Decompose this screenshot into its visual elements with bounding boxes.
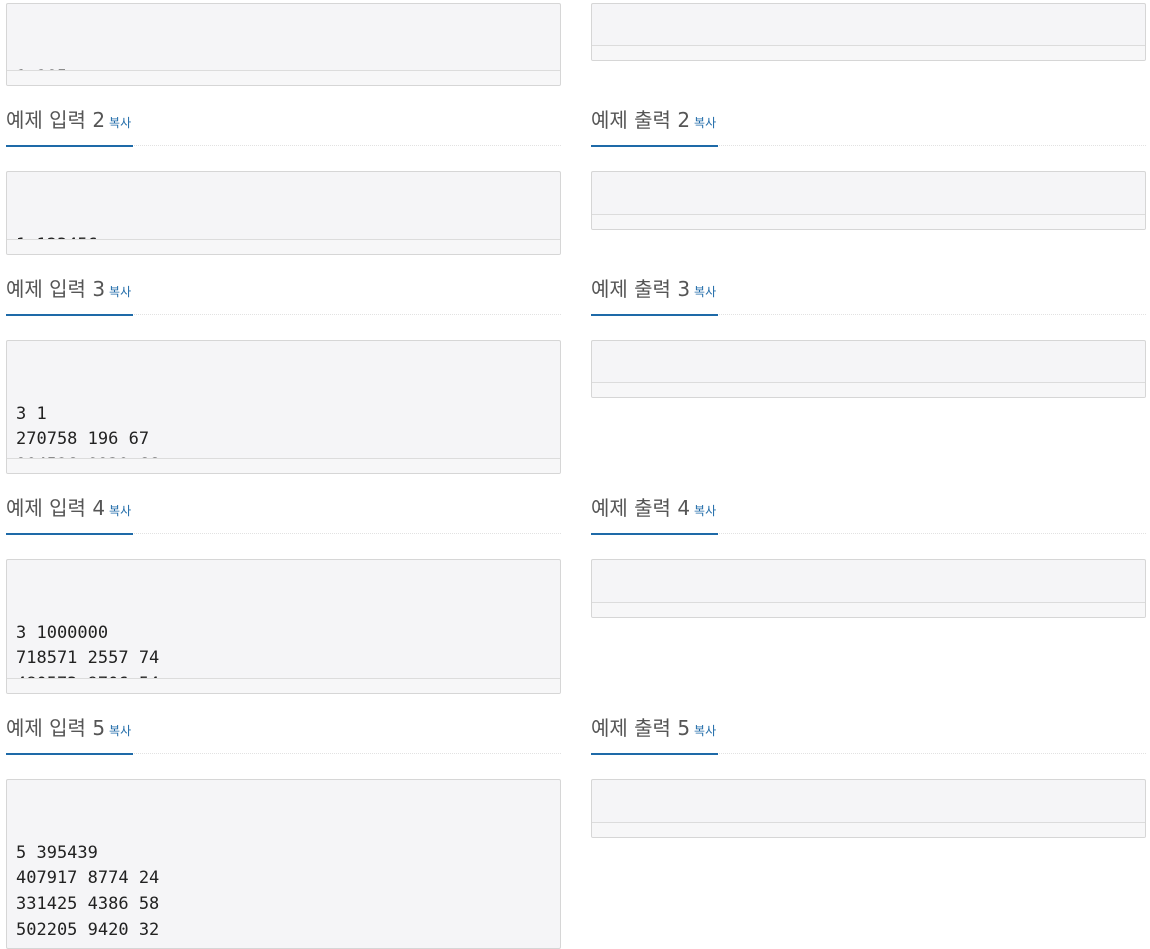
copy-button[interactable]: 복사 — [694, 116, 716, 130]
copy-button[interactable]: 복사 — [694, 285, 716, 299]
sample-input-5-title: 예제 입력 5 — [6, 716, 106, 740]
sample-input-5-headline: 예제 입력 5 복사 — [6, 712, 561, 755]
headline-underline: 예제 입력 4 복사 — [6, 493, 134, 535]
sample-output-4-headline: 예제 출력 4 복사 — [591, 492, 1146, 535]
sample-output-4-box[interactable]: -1 — [591, 559, 1146, 618]
horizontal-scrollbar[interactable] — [592, 214, 1145, 229]
sample-input-1-box[interactable]: 1 285 150 50 10 — [6, 3, 561, 86]
headline-underline: 예제 입력 3 복사 — [6, 274, 134, 316]
sample-input-4-box[interactable]: 3 1000000 718571 2557 74 480573 9706 54 … — [6, 559, 561, 694]
sample-input-3-title: 예제 입력 3 — [6, 277, 106, 301]
headline-underline: 예제 입력 2 복사 — [6, 105, 134, 147]
sample-output-5-title: 예제 출력 5 — [591, 716, 691, 740]
horizontal-scrollbar[interactable] — [7, 239, 560, 254]
copy-button[interactable]: 복사 — [694, 724, 716, 738]
sample-output-3-headline: 예제 출력 3 복사 — [591, 273, 1146, 316]
horizontal-scrollbar[interactable] — [592, 382, 1145, 397]
horizontal-scrollbar[interactable] — [7, 70, 560, 85]
horizontal-scrollbar[interactable] — [7, 458, 560, 473]
sample-input-4-title: 예제 입력 4 — [6, 496, 106, 520]
copy-button[interactable]: 복사 — [694, 504, 716, 518]
horizontal-scrollbar[interactable] — [592, 602, 1145, 617]
sample-output-2-box[interactable]: 0 — [591, 171, 1146, 230]
sample-input-2-box[interactable]: 1 123456 123456 10000 1 — [6, 171, 561, 255]
sample-input-5-box[interactable]: 5 395439 407917 8774 24 331425 4386 58 5… — [6, 779, 561, 949]
headline-underline: 예제 출력 3 복사 — [591, 274, 719, 316]
sample-input-2-title: 예제 입력 2 — [6, 108, 106, 132]
sample-output-2-title: 예제 출력 2 — [591, 108, 691, 132]
horizontal-scrollbar[interactable] — [592, 822, 1145, 837]
copy-button[interactable]: 복사 — [109, 724, 131, 738]
sample-input-3-box[interactable]: 3 1 270758 196 67 904526 8930 66 121164 … — [6, 340, 561, 474]
horizontal-scrollbar[interactable] — [7, 678, 560, 693]
sample-output-3-title: 예제 출력 3 — [591, 277, 691, 301]
sample-input-5-code: 5 395439 407917 8774 24 331425 4386 58 5… — [16, 842, 160, 948]
headline-underline: 예제 입력 5 복사 — [6, 713, 134, 755]
headline-underline: 예제 출력 5 복사 — [591, 713, 719, 755]
sample-output-1-box[interactable]: 15 — [591, 3, 1146, 61]
headline-underline: 예제 출력 4 복사 — [591, 493, 719, 535]
copy-button[interactable]: 복사 — [109, 285, 131, 299]
copy-button[interactable]: 복사 — [109, 116, 131, 130]
sample-output-5-headline: 예제 출력 5 복사 — [591, 712, 1146, 755]
sample-output-5-box[interactable]: 1776 — [591, 779, 1146, 838]
copy-button[interactable]: 복사 — [109, 504, 131, 518]
sample-input-4-headline: 예제 입력 4 복사 — [6, 492, 561, 535]
headline-underline: 예제 출력 2 복사 — [591, 105, 719, 147]
horizontal-scrollbar[interactable] — [592, 45, 1145, 60]
sample-input-3-headline: 예제 입력 3 복사 — [6, 273, 561, 316]
sample-output-3-box[interactable]: 121163 — [591, 340, 1146, 398]
sample-output-2-headline: 예제 출력 2 복사 — [591, 104, 1146, 147]
sample-input-2-headline: 예제 입력 2 복사 — [6, 104, 561, 147]
sample-output-4-title: 예제 출력 4 — [591, 496, 691, 520]
